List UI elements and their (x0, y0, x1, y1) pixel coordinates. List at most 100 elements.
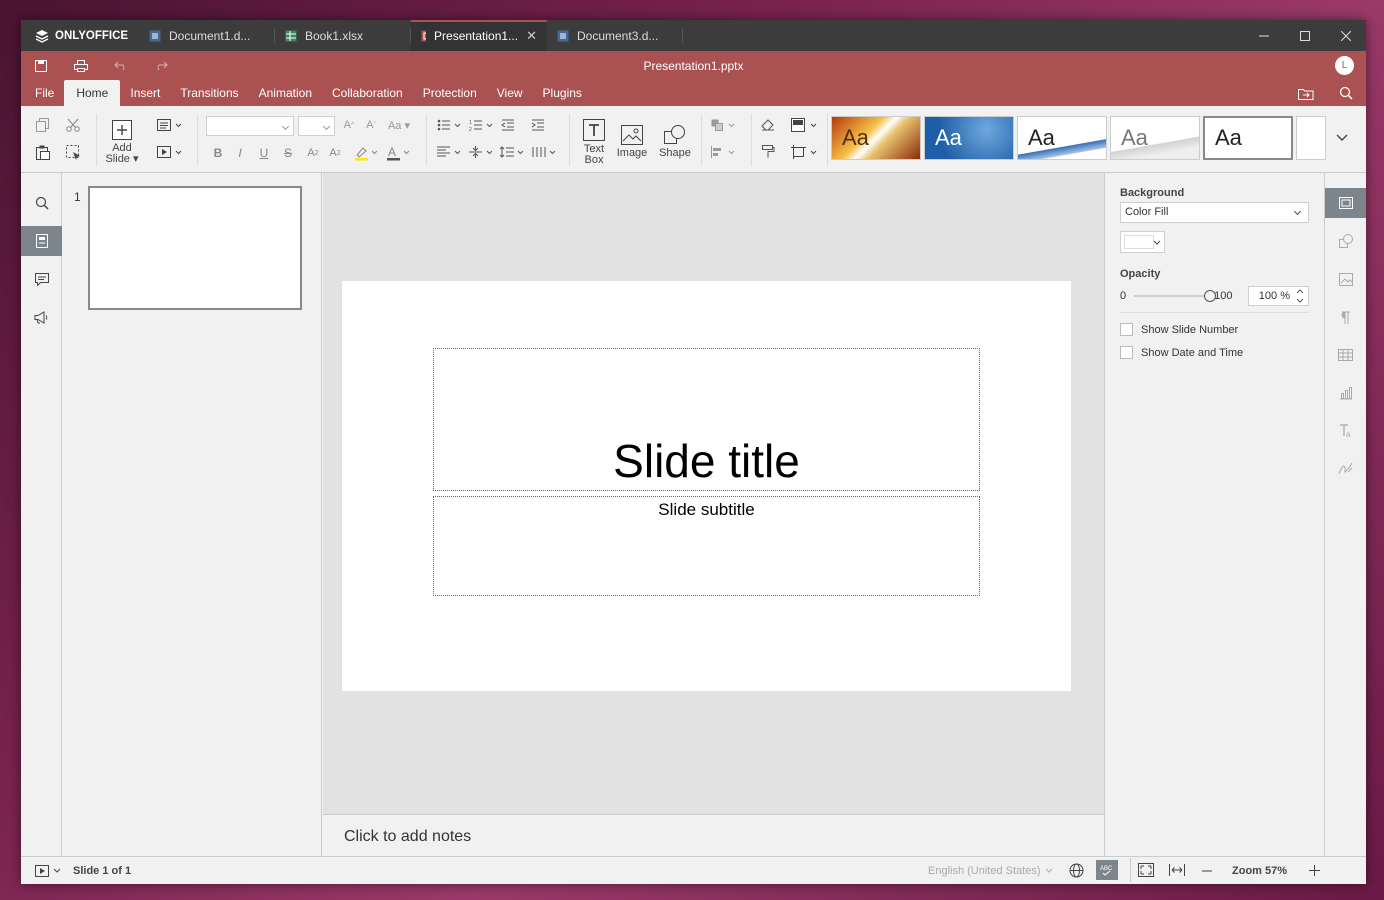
text-art-settings-icon[interactable]: a (1325, 416, 1366, 446)
tab-plugins[interactable]: Plugins (533, 80, 592, 106)
doc-language-icon[interactable] (1069, 863, 1084, 878)
slide-thumbnail[interactable] (88, 186, 302, 310)
close-window-button[interactable] (1325, 20, 1366, 51)
theme-thumbnail[interactable]: Aa (1017, 116, 1107, 160)
theme-thumbnail-selected[interactable]: Aa (1203, 116, 1293, 160)
feedback-icon[interactable] (21, 302, 62, 332)
highlight-color-icon[interactable] (353, 144, 381, 162)
fit-to-slide-icon[interactable] (1138, 863, 1154, 877)
minimize-button[interactable] (1243, 20, 1284, 51)
language-select[interactable]: English (United States) (928, 865, 1053, 877)
tab-file[interactable]: File (21, 80, 64, 106)
shape-button[interactable]: Shape (655, 116, 695, 168)
open-file-location-icon[interactable] (1286, 80, 1326, 106)
fill-color-picker[interactable] (1120, 231, 1165, 253)
avatar[interactable]: L (1335, 56, 1354, 75)
paragraph-settings-icon[interactable] (1325, 302, 1366, 332)
line-spacing-icon[interactable] (499, 144, 527, 160)
slide-subtitle-placeholder[interactable]: Slide subtitle (433, 496, 980, 596)
tab-collaboration[interactable]: Collaboration (322, 80, 413, 106)
underline-icon[interactable]: U (257, 146, 271, 160)
add-slide-button[interactable]: Add Slide ▾ (105, 116, 139, 168)
zoom-level: Zoom 57% (1232, 864, 1288, 877)
bullets-icon[interactable] (436, 117, 464, 133)
font-color-icon[interactable]: A (385, 144, 413, 162)
copy-style-icon[interactable] (759, 144, 777, 160)
slide-size-icon[interactable] (789, 144, 821, 160)
theme-gallery-expand-icon[interactable] (1326, 116, 1358, 160)
tab-transitions[interactable]: Transitions (170, 80, 248, 106)
align-shape-icon[interactable] (709, 144, 739, 160)
theme-thumbnail[interactable]: Aa (831, 116, 921, 160)
maximize-button[interactable] (1284, 20, 1325, 51)
clear-style-icon[interactable] (759, 117, 777, 133)
copy-icon[interactable] (34, 117, 52, 133)
tab-document3[interactable]: Document3.d... (547, 20, 683, 51)
theme-thumbnail-empty[interactable] (1296, 116, 1326, 160)
show-date-time-checkbox[interactable]: Show Date and Time (1120, 346, 1309, 359)
tab-insert[interactable]: Insert (120, 80, 170, 106)
font-size-select[interactable] (298, 116, 335, 136)
increase-font-icon[interactable]: A ^ (341, 118, 357, 132)
background-fill-select[interactable]: Color Fill (1120, 202, 1309, 223)
select-all-icon[interactable] (64, 144, 82, 160)
search-icon[interactable] (1326, 80, 1366, 106)
text-box-button[interactable]: Text Box (579, 116, 609, 168)
tab-protection[interactable]: Protection (413, 80, 487, 106)
slide-canvas[interactable]: Slide title Slide subtitle (342, 281, 1071, 691)
cut-icon[interactable] (64, 117, 82, 133)
spell-check-icon[interactable]: ABC (1096, 860, 1118, 880)
tab-animation[interactable]: Animation (249, 80, 322, 106)
opacity-slider[interactable] (1134, 290, 1217, 302)
checkbox-box[interactable] (1120, 346, 1133, 359)
superscript-icon[interactable]: A2 (305, 146, 321, 160)
change-layout-icon[interactable] (155, 117, 185, 133)
paste-icon[interactable] (34, 144, 52, 160)
comments-icon[interactable] (21, 264, 62, 294)
strikethrough-icon[interactable]: S (281, 146, 295, 160)
tab-document1[interactable]: Document1.d... (139, 20, 275, 51)
tab-book1[interactable]: Book1.xlsx (275, 20, 411, 51)
bold-icon[interactable]: B (211, 146, 225, 160)
italic-icon[interactable]: I (233, 146, 247, 160)
image-settings-icon[interactable] (1325, 264, 1366, 294)
close-tab-icon[interactable]: ✕ (526, 28, 537, 44)
table-settings-icon[interactable] (1325, 340, 1366, 370)
zoom-out-icon[interactable] (1202, 870, 1212, 872)
tab-view[interactable]: View (487, 80, 533, 106)
onlyoffice-logo[interactable]: ONLYOFFICE (21, 29, 139, 43)
change-case-icon[interactable]: Aa ▾ (385, 118, 413, 132)
zoom-in-icon[interactable] (1309, 865, 1320, 876)
slide-title-placeholder[interactable]: Slide title (433, 348, 980, 491)
slideshow-menu-button[interactable] (35, 864, 61, 877)
image-button[interactable]: Image (617, 116, 647, 168)
align-left-icon[interactable] (436, 144, 464, 160)
chart-settings-icon[interactable] (1325, 378, 1366, 408)
slides-thumbnails-icon[interactable] (21, 226, 62, 256)
font-family-select[interactable] (206, 116, 294, 136)
opacity-input[interactable]: 100 % (1248, 286, 1309, 306)
vertical-align-icon[interactable] (468, 144, 496, 160)
start-slideshow-icon[interactable] (155, 144, 185, 160)
fit-to-width-icon[interactable] (1169, 864, 1185, 876)
arrange-icon[interactable] (709, 117, 739, 133)
change-color-theme-icon[interactable] (789, 117, 821, 133)
notes-area[interactable]: Click to add notes (323, 814, 1104, 856)
show-slide-number-checkbox[interactable]: Show Slide Number (1120, 323, 1309, 336)
language-label: English (United States) (928, 864, 1041, 877)
numbering-icon[interactable]: 12 (468, 117, 496, 133)
search-icon[interactable] (21, 188, 62, 218)
checkbox-box[interactable] (1120, 323, 1133, 336)
tab-home[interactable]: Home (64, 80, 121, 106)
theme-thumbnail[interactable]: Aa (924, 116, 1014, 160)
theme-thumbnail[interactable]: Aa (1110, 116, 1200, 160)
decrease-indent-icon[interactable] (499, 117, 517, 133)
subscript-icon[interactable]: A2 (327, 146, 343, 160)
tab-presentation1[interactable]: Presentation1... ✕ (411, 20, 547, 51)
signature-settings-icon[interactable] (1325, 454, 1366, 484)
columns-icon[interactable] (531, 144, 559, 160)
shape-settings-icon[interactable] (1325, 226, 1366, 256)
slide-settings-icon[interactable] (1325, 188, 1366, 218)
increase-indent-icon[interactable] (529, 117, 547, 133)
decrease-font-icon[interactable]: Aˇ (363, 118, 379, 132)
